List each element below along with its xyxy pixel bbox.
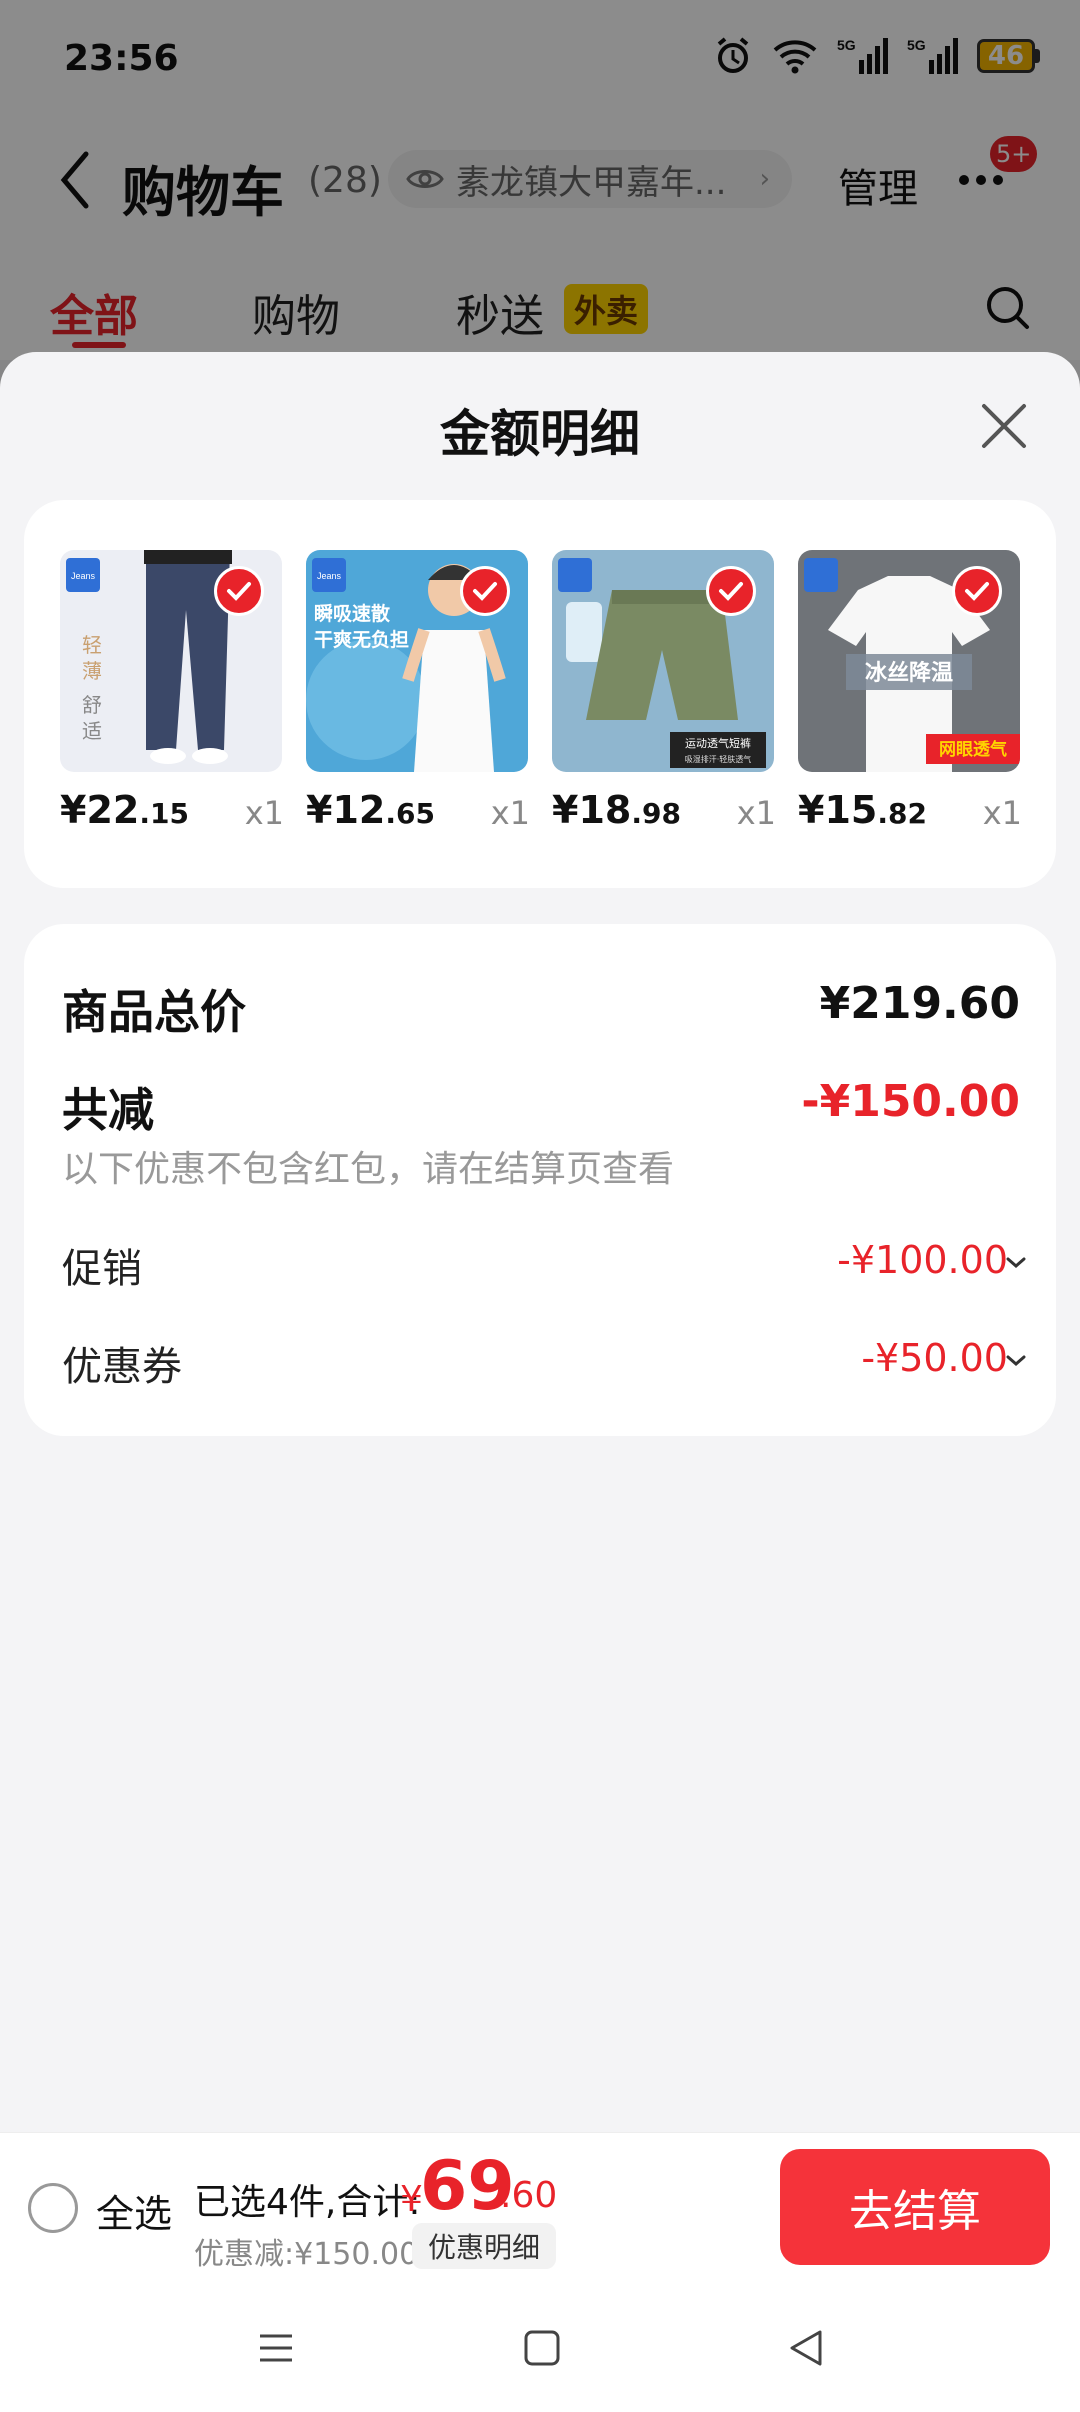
discount-note: 以下优惠不包含红包，请在结算页查看: [62, 1149, 675, 1190]
svg-text:冰丝降温: 冰丝降温: [865, 660, 953, 686]
product-item[interactable]: Jeans 瞬吸速散 干爽无负担 ¥12.65 x1: [306, 550, 530, 832]
home-icon[interactable]: [522, 2328, 562, 2368]
amount-detail-sheet: 金额明细 Jeans 轻 薄 舒 适 ¥22.15 x1 Jeans 瞬吸速散 …: [0, 352, 1080, 2132]
svg-text:运动透气短裤: 运动透气短裤: [685, 736, 751, 750]
svg-text:Jeans: Jeans: [71, 571, 96, 581]
svg-text:网眼透气: 网眼透气: [939, 739, 1007, 760]
svg-text:舒: 舒: [82, 693, 102, 717]
product-item[interactable]: Jeans 轻 薄 舒 适 ¥22.15 x1: [60, 550, 284, 832]
coupon-value[interactable]: -¥50.00: [861, 1336, 1008, 1380]
product-price: ¥12.65: [306, 788, 435, 832]
checked-icon[interactable]: [706, 566, 756, 616]
checked-icon[interactable]: [460, 566, 510, 616]
product-price: ¥22.15: [60, 788, 189, 832]
svg-text:瞬吸速散: 瞬吸速散: [314, 602, 390, 625]
coupon-label: 优惠券: [62, 1344, 182, 1390]
price-summary-card: 商品总价 ¥219.60 共减 -¥150.00 以下优惠不包含红包，请在结算页…: [24, 924, 1056, 1436]
product-item[interactable]: 运动透气短裤 吸湿排汗·轻肤透气 ¥18.98 x1: [552, 550, 776, 832]
chevron-down-icon[interactable]: [1006, 1354, 1026, 1368]
svg-text:干爽无负担: 干爽无负担: [314, 628, 409, 651]
chevron-down-icon[interactable]: [1006, 1256, 1026, 1270]
svg-text:Jeans: Jeans: [317, 571, 342, 581]
product-quantity: x1: [736, 794, 776, 832]
checkout-bar: 全选 已选4件,合计: ¥ 69 .60 优惠减:¥150.00 优惠明细 去结…: [0, 2132, 1080, 2280]
promotion-label: 促销: [62, 1246, 142, 1292]
total-price-label: 商品总价: [62, 985, 246, 1039]
promotion-value[interactable]: -¥100.00: [837, 1238, 1008, 1282]
back-icon[interactable]: [786, 2328, 826, 2368]
close-icon[interactable]: [978, 400, 1030, 452]
total-amount-cents: .60: [500, 2175, 558, 2216]
select-all-checkbox[interactable]: [28, 2183, 78, 2233]
checked-icon[interactable]: [952, 566, 1002, 616]
total-price-value: ¥219.60: [819, 978, 1020, 1029]
svg-text:轻: 轻: [82, 633, 102, 657]
total-reduce-label: 共减: [62, 1083, 154, 1137]
checked-icon[interactable]: [214, 566, 264, 616]
product-quantity: x1: [244, 794, 284, 832]
sheet-title: 金额明细: [440, 405, 640, 463]
discount-detail-button[interactable]: 优惠明细: [412, 2223, 557, 2269]
svg-text:吸湿排汗·轻肤透气: 吸湿排汗·轻肤透气: [685, 754, 752, 764]
selected-products-card: Jeans 轻 薄 舒 适 ¥22.15 x1 Jeans 瞬吸速散 干爽无负担…: [24, 500, 1056, 888]
selected-summary: 已选4件,合计:: [194, 2182, 421, 2223]
svg-text:适: 适: [82, 719, 102, 743]
product-quantity: x1: [490, 794, 530, 832]
svg-text:薄: 薄: [82, 659, 102, 683]
discount-amount: 优惠减:¥150.00: [194, 2237, 419, 2272]
system-nav-bar: [0, 2280, 1080, 2412]
menu-icon[interactable]: [256, 2328, 296, 2368]
checkout-button[interactable]: 去结算: [780, 2149, 1050, 2265]
product-price: ¥18.98: [552, 788, 681, 832]
product-price: ¥15.82: [798, 788, 927, 832]
product-quantity: x1: [982, 794, 1022, 832]
total-reduce-value: -¥150.00: [801, 1076, 1020, 1127]
product-item[interactable]: 冰丝降温 网眼透气 ¥15.82 x1: [798, 550, 1022, 832]
select-all-label[interactable]: 全选: [96, 2183, 172, 2238]
